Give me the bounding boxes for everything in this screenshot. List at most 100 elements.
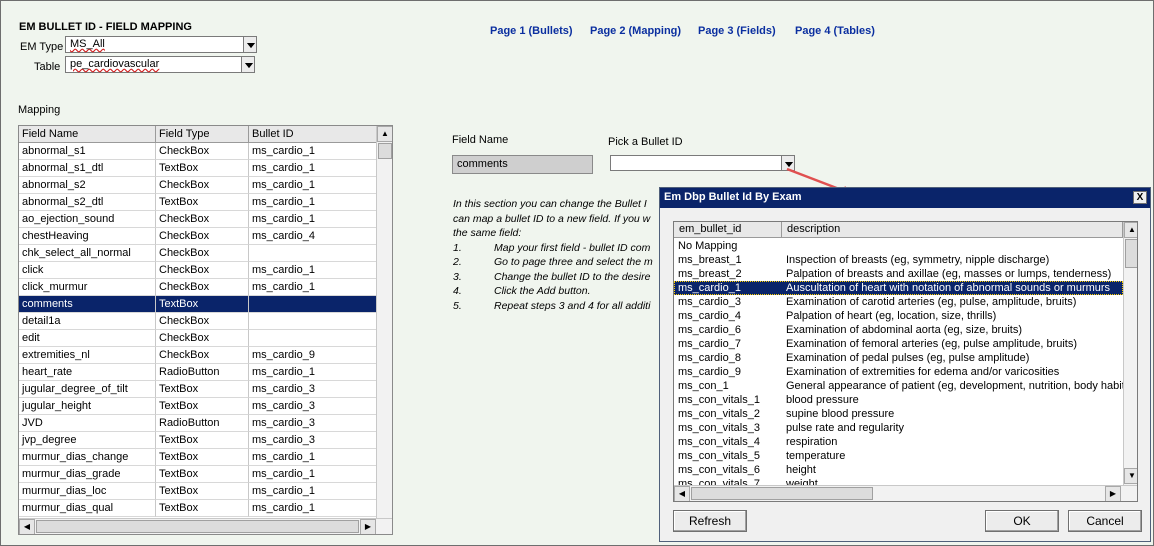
bullet-id-cell: ms_cardio_4 bbox=[678, 310, 741, 322]
field-type-cell: CheckBox bbox=[156, 228, 249, 245]
dialog-title-bar[interactable]: Em Dbp Bullet Id By Exam X bbox=[660, 188, 1150, 208]
mapping-row[interactable]: comments TextBox bbox=[19, 296, 377, 313]
mapping-row[interactable]: chestHeaving CheckBox ms_cardio_4 bbox=[19, 228, 377, 245]
mapping-vertical-scrollbar[interactable]: ▲ bbox=[376, 126, 392, 518]
bullet-row[interactable]: ms_cardio_7 Examination of femoral arteri… bbox=[674, 337, 1123, 351]
bullet-id-cell: ms_cardio_4 bbox=[249, 228, 377, 245]
field-type-cell: TextBox bbox=[156, 381, 249, 398]
description-cell: pulse rate and regularity bbox=[786, 422, 905, 434]
mapping-row[interactable]: JVD RadioButton ms_cardio_3 bbox=[19, 415, 377, 432]
mapping-row[interactable]: murmur_dias_loc TextBox ms_cardio_1 bbox=[19, 483, 377, 500]
bullet-row[interactable]: ms_cardio_1 Auscultation of heart with no… bbox=[674, 281, 1123, 295]
bullet-row[interactable]: ms_cardio_6 Examination of abdominal aort… bbox=[674, 323, 1123, 337]
field-type-cell: CheckBox bbox=[156, 279, 249, 296]
column-header-em-bullet-id[interactable]: em_bullet_id bbox=[674, 222, 782, 238]
scroll-left-icon[interactable]: ◀ bbox=[674, 486, 690, 501]
bullet-row[interactable]: ms_cardio_4 Palpation of heart (eg, locat… bbox=[674, 309, 1123, 323]
pick-bullet-label: Pick a Bullet ID bbox=[608, 136, 683, 148]
column-header-bullet-id[interactable]: Bullet ID bbox=[249, 126, 377, 143]
mapping-row[interactable]: click CheckBox ms_cardio_1 bbox=[19, 262, 377, 279]
scroll-up-icon[interactable]: ▲ bbox=[377, 126, 392, 142]
app-window: EM BULLET ID - FIELD MAPPING EM Type MS_… bbox=[0, 0, 1154, 546]
bullet-row[interactable]: ms_con_vitals_5 temperature bbox=[674, 449, 1123, 463]
bullet-row[interactable]: ms_cardio_8 Examination of pedal pulses (… bbox=[674, 351, 1123, 365]
bullet-row[interactable]: ms_con_vitals_6 height bbox=[674, 463, 1123, 477]
mapping-scroll-thumb[interactable] bbox=[378, 143, 392, 159]
bullet-row[interactable]: ms_con_vitals_4 respiration bbox=[674, 435, 1123, 449]
mapping-row[interactable]: detail1a CheckBox bbox=[19, 313, 377, 330]
field-type-cell: CheckBox bbox=[156, 211, 249, 228]
scroll-up-icon[interactable]: ▲ bbox=[1124, 222, 1137, 238]
field-type-cell: TextBox bbox=[156, 296, 249, 313]
mapping-row[interactable]: heart_rate RadioButton ms_cardio_1 bbox=[19, 364, 377, 381]
page-link-tables[interactable]: Page 4 (Tables) bbox=[795, 25, 875, 37]
em-type-dropdown-button[interactable] bbox=[243, 36, 257, 53]
field-name-cell: abnormal_s1_dtl bbox=[19, 160, 156, 177]
bullet-row[interactable]: No Mapping bbox=[674, 239, 1123, 253]
bullet-id-cell: ms_con_vitals_1 bbox=[678, 394, 760, 406]
page-link-mapping[interactable]: Page 2 (Mapping) bbox=[590, 25, 681, 37]
mapping-row[interactable]: abnormal_s1 CheckBox ms_cardio_1 bbox=[19, 143, 377, 160]
bullet-list-header: em_bullet_id description bbox=[674, 222, 1123, 238]
bullet-row[interactable]: ms_cardio_9 Examination of extremities fo… bbox=[674, 365, 1123, 379]
bullet-scroll-thumb[interactable] bbox=[1125, 239, 1137, 268]
mapping-row[interactable]: jugular_height TextBox ms_cardio_3 bbox=[19, 398, 377, 415]
em-type-select[interactable]: MS_All bbox=[65, 36, 257, 53]
description-cell: height bbox=[786, 464, 816, 476]
bullet-id-cell: ms_con_1 bbox=[678, 380, 729, 392]
field-name-cell: abnormal_s2_dtl bbox=[19, 194, 156, 211]
page-link-bullets[interactable]: Page 1 (Bullets) bbox=[490, 25, 573, 37]
mapping-row[interactable]: jvp_degree TextBox ms_cardio_3 bbox=[19, 432, 377, 449]
mapping-row[interactable]: edit CheckBox bbox=[19, 330, 377, 347]
table-dropdown-button[interactable] bbox=[241, 56, 255, 73]
bullet-row[interactable]: ms_cardio_3 Examination of carotid arteri… bbox=[674, 295, 1123, 309]
bullet-row[interactable]: ms_breast_1 Inspection of breasts (eg, sy… bbox=[674, 253, 1123, 267]
column-header-description[interactable]: description bbox=[782, 222, 1123, 238]
page-link-fields[interactable]: Page 3 (Fields) bbox=[698, 25, 776, 37]
description-cell: supine blood pressure bbox=[786, 408, 895, 420]
column-header-field-type[interactable]: Field Type bbox=[156, 126, 249, 143]
mapping-row[interactable]: murmur_dias_change TextBox ms_cardio_1 bbox=[19, 449, 377, 466]
ok-button[interactable]: OK bbox=[985, 510, 1059, 532]
field-name-cell: heart_rate bbox=[19, 364, 156, 381]
bullet-id-list[interactable]: em_bullet_id description No Mapping ms_br… bbox=[673, 221, 1138, 502]
close-icon[interactable]: X bbox=[1133, 191, 1147, 204]
bullet-id-select[interactable] bbox=[610, 155, 795, 171]
scroll-down-icon[interactable]: ▼ bbox=[1124, 468, 1137, 484]
scroll-left-icon[interactable]: ◀ bbox=[19, 519, 35, 534]
table-select[interactable]: pe_cardiovascular bbox=[65, 56, 255, 73]
mapping-row[interactable]: jugular_degree_of_tilt TextBox ms_cardio_3 bbox=[19, 381, 377, 398]
field-name-cell: click bbox=[19, 262, 156, 279]
bullet-row[interactable]: ms_breast_2 Palpation of breasts and axil… bbox=[674, 267, 1123, 281]
bullet-hscroll-thumb[interactable] bbox=[691, 487, 873, 500]
mapping-grid[interactable]: Field Name Field Type Bullet ID abnormal… bbox=[18, 125, 393, 535]
mapping-row[interactable]: extremities_nl CheckBox ms_cardio_9 bbox=[19, 347, 377, 364]
bullet-vertical-scrollbar[interactable]: ▲ ▼ bbox=[1123, 222, 1137, 485]
column-header-field-name[interactable]: Field Name bbox=[19, 126, 156, 143]
scroll-right-icon[interactable]: ▶ bbox=[360, 519, 376, 534]
description-cell: blood pressure bbox=[786, 394, 859, 406]
mapping-row[interactable]: murmur_dias_qual TextBox ms_cardio_1 bbox=[19, 500, 377, 517]
instruction-step: 1. Map your first field - bullet ID com bbox=[453, 241, 651, 254]
mapping-row[interactable]: chk_select_all_normal CheckBox bbox=[19, 245, 377, 262]
mapping-row[interactable]: abnormal_s2_dtl TextBox ms_cardio_1 bbox=[19, 194, 377, 211]
bullet-id-cell: ms_cardio_1 bbox=[249, 211, 377, 228]
mapping-row[interactable]: ao_ejection_sound CheckBox ms_cardio_1 bbox=[19, 211, 377, 228]
cancel-button[interactable]: Cancel bbox=[1068, 510, 1142, 532]
mapping-row[interactable]: abnormal_s2 CheckBox ms_cardio_1 bbox=[19, 177, 377, 194]
scroll-right-icon[interactable]: ▶ bbox=[1105, 486, 1121, 501]
bullet-id-cell: ms_cardio_1 bbox=[249, 160, 377, 177]
refresh-button[interactable]: Refresh bbox=[673, 510, 747, 532]
mapping-row[interactable]: abnormal_s1_dtl TextBox ms_cardio_1 bbox=[19, 160, 377, 177]
mapping-hscroll-thumb[interactable] bbox=[36, 520, 359, 533]
mapping-horizontal-scrollbar[interactable]: ◀ ▶ bbox=[19, 518, 392, 534]
mapping-row[interactable]: click_murmur CheckBox ms_cardio_1 bbox=[19, 279, 377, 296]
bullet-row[interactable]: ms_con_vitals_1 blood pressure bbox=[674, 393, 1123, 407]
bullet-row[interactable]: ms_con_1 General appearance of patient (e… bbox=[674, 379, 1123, 393]
bullet-row[interactable]: ms_con_vitals_3 pulse rate and regularity bbox=[674, 421, 1123, 435]
bullet-horizontal-scrollbar[interactable]: ◀ ▶ bbox=[674, 485, 1137, 501]
instruction-intro-line: can map a bullet ID to a new field. If y… bbox=[453, 212, 651, 225]
bullet-row[interactable]: ms_con_vitals_2 supine blood pressure bbox=[674, 407, 1123, 421]
mapping-row[interactable]: murmur_dias_grade TextBox ms_cardio_1 bbox=[19, 466, 377, 483]
field-name-cell: JVD bbox=[19, 415, 156, 432]
